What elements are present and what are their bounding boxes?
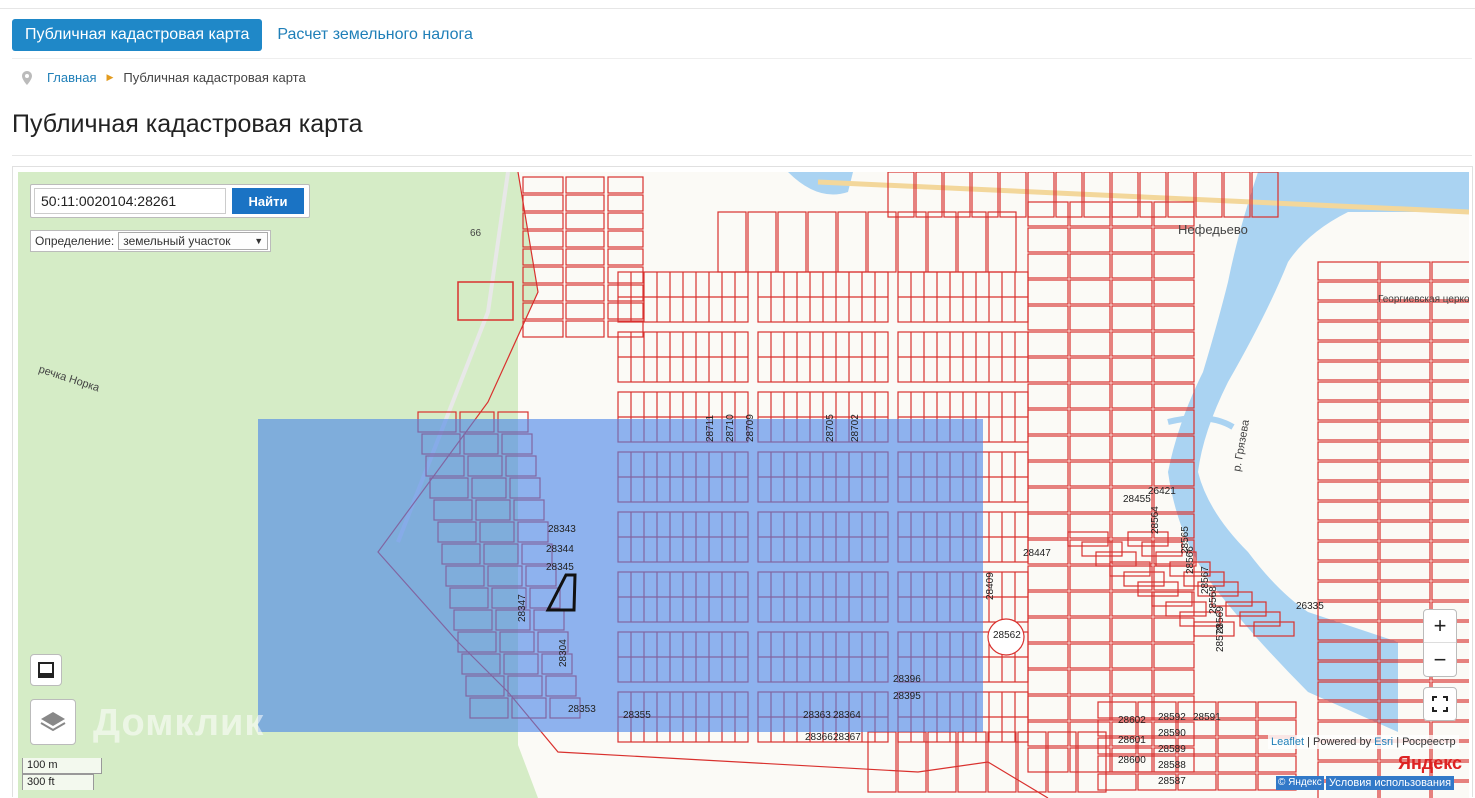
fullscreen-icon <box>1432 696 1448 712</box>
definition-select-value: земельный участок <box>123 234 231 248</box>
parcel-label: 28304 <box>558 639 569 667</box>
tab-public-cadastral-map[interactable]: Публичная кадастровая карта <box>12 19 263 51</box>
map-attribution: Leaflet | Powered by Esri | Росреестр <box>1268 735 1459 749</box>
page-title: Публичная кадастровая карта <box>12 110 363 138</box>
parcel-label: 28570 <box>1215 624 1226 652</box>
cadastral-number-input[interactable] <box>34 188 226 214</box>
zoom-out-button[interactable]: − <box>1424 643 1456 676</box>
yandex-copyright: © Яндекс <box>1276 776 1324 790</box>
scale-imperial: 300 ft <box>22 774 94 790</box>
parcel-label: 28364 <box>833 710 861 721</box>
scale-metric: 100 m <box>22 758 102 774</box>
parcel-label: 28345 <box>546 562 574 573</box>
parcel-label: 28455 <box>1123 494 1151 505</box>
map-label-village-label: Нефедьево <box>1178 222 1248 237</box>
parcel-label: 28366 <box>805 732 833 743</box>
fullscreen-button[interactable] <box>1423 687 1457 721</box>
breadcrumb: Главная ▶ Публичная кадастровая карта <box>22 70 306 85</box>
parcel-label: 28587 <box>1158 776 1186 787</box>
parcel-label: 28343 <box>548 524 576 535</box>
parcel-label: 28602 <box>1118 715 1146 726</box>
map-label-field-label: 66 <box>470 228 482 239</box>
parcel-label: 28367 <box>833 732 861 743</box>
attribution-text: | Powered by <box>1307 736 1372 748</box>
leaflet-link[interactable]: Leaflet <box>1271 736 1304 748</box>
parcel-label: 28601 <box>1118 735 1146 746</box>
parcel-label: 28600 <box>1118 755 1146 766</box>
parcel-label: 28590 <box>1158 728 1186 739</box>
map-search-panel: Найти <box>30 184 310 218</box>
layers-button[interactable] <box>30 699 76 745</box>
parcel-label: 28592 <box>1158 712 1186 723</box>
breadcrumb-home-link[interactable]: Главная <box>47 70 96 85</box>
terms-of-use-link[interactable]: Условия использования <box>1326 776 1455 790</box>
cadastral-map[interactable]: 28711 28710 28709 28705 28702 28343 28344 28345… <box>18 172 1469 798</box>
parcel-label: 28396 <box>893 674 921 685</box>
parcel-label: 28710 <box>725 414 736 442</box>
parcel-label: 28709 <box>745 414 756 442</box>
domclick-watermark: Домклик <box>93 702 265 744</box>
parcel-label: 28363 <box>803 710 831 721</box>
parcel-label: 26335 <box>1296 601 1324 612</box>
definition-label: Определение: <box>35 234 115 248</box>
breadcrumb-arrow-icon: ▶ <box>106 72 114 82</box>
parcel-label: 28589 <box>1158 744 1186 755</box>
map-label-river-gryazeva: р. Грязева <box>1231 418 1252 473</box>
map-container: 28711 28710 28709 28705 28702 28343 28344 28345… <box>12 166 1473 798</box>
parcel-label: 28395 <box>893 691 921 702</box>
map-label-church-label: Георгиевская церковь <box>1378 294 1469 305</box>
parcel-label: 28591 <box>1193 712 1221 723</box>
parcel-label: 28588 <box>1158 760 1186 771</box>
tab-land-tax[interactable]: Расчет земельного налога <box>277 26 473 44</box>
location-pin-icon <box>22 70 32 85</box>
parcel-label: 28564 <box>1150 506 1161 534</box>
parcel-label: 28562 <box>993 630 1021 641</box>
parcel-label: 28355 <box>623 710 651 721</box>
parcel-label: 28409 <box>985 572 996 600</box>
map-scale: 100 m 300 ft <box>22 758 102 790</box>
parcel-label: 28347 <box>517 594 528 622</box>
parcel-label: 28353 <box>568 704 596 715</box>
divider <box>12 155 1472 156</box>
chevron-down-icon: ▼ <box>254 236 264 246</box>
breadcrumb-current: Публичная кадастровая карта <box>123 70 306 85</box>
parcel-label: 28702 <box>850 414 861 442</box>
top-divider <box>0 8 1475 9</box>
definition-panel: Определение: земельный участок ▼ <box>30 230 272 252</box>
definition-select[interactable]: земельный участок ▼ <box>118 232 269 250</box>
zoom-control: + − <box>1423 609 1457 677</box>
esri-link[interactable]: Esri <box>1374 736 1393 748</box>
ruler-icon <box>38 662 54 678</box>
divider <box>12 58 1472 59</box>
parcel-label: 28566 <box>1185 546 1196 574</box>
parcel-label: 26421 <box>1148 486 1176 497</box>
measure-tool-button[interactable] <box>30 654 62 686</box>
parcel-label: 28344 <box>546 544 574 555</box>
zoom-in-button[interactable]: + <box>1424 610 1456 643</box>
parcel-label: 28711 <box>705 414 716 442</box>
attribution-rosreestr: | Росреестр <box>1396 736 1456 748</box>
layers-icon <box>40 712 66 732</box>
find-button[interactable]: Найти <box>232 188 304 214</box>
yandex-logo: Яндекс <box>1398 753 1463 773</box>
parcel-label: 28447 <box>1023 548 1051 559</box>
tab-bar: Публичная кадастровая карта Расчет земел… <box>12 19 473 51</box>
parcel-label: 28705 <box>825 414 836 442</box>
